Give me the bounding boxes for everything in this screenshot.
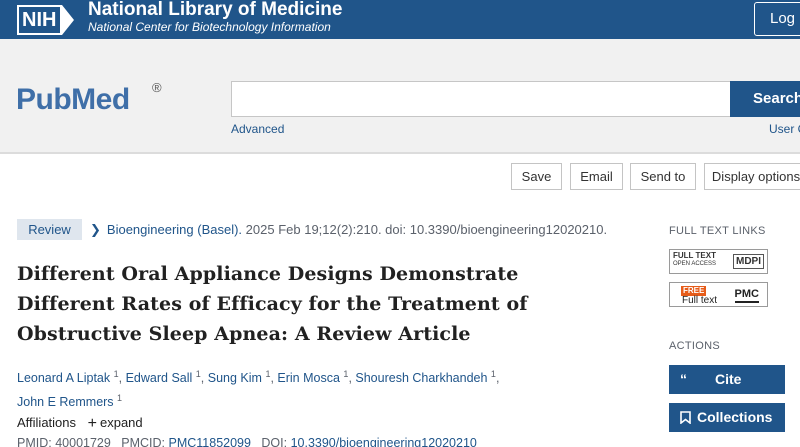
article-title: Different Oral Appliance Designs Demonst… — [17, 263, 528, 345]
affiliation-ref[interactable]: 1 — [117, 393, 122, 403]
ncbi-subtitle: National Center for Biotechnology Inform… — [88, 20, 331, 34]
header-divider — [0, 153, 800, 154]
affiliation-ref[interactable]: 1 — [491, 369, 496, 379]
search-button[interactable]: Search — [730, 81, 800, 117]
login-button[interactable]: Log i — [754, 2, 800, 36]
pmid-label: PMID: — [17, 436, 52, 447]
display-options-button[interactable]: Display options — [704, 163, 800, 190]
article-identifiers: PMID: 40001729 PMCID: PMC11852099 DOI: 1… — [17, 436, 477, 447]
journal-link[interactable]: Bioengineering (Basel). — [107, 222, 242, 237]
mdpi-line1: FULL TEXT — [673, 251, 716, 260]
affiliation-ref[interactable]: 1 — [265, 369, 270, 379]
pubmed-logo[interactable]: PubMed ® — [16, 80, 162, 124]
advanced-search-link[interactable]: Advanced — [231, 122, 284, 136]
mdpi-full-text-link[interactable]: FULL TEXT OPEN ACCESS MDPI — [669, 249, 768, 274]
expand-label: expand — [99, 415, 143, 430]
nih-logo-arrow-icon — [62, 4, 75, 35]
pmid-value: 40001729 — [55, 436, 111, 447]
author-link[interactable]: Shouresh Charkhandeh — [355, 371, 487, 385]
quote-icon: “ — [680, 371, 687, 387]
plus-icon: + — [87, 415, 97, 432]
full-text-links-heading: FULL TEXT LINKS — [669, 225, 766, 237]
cite-button[interactable]: “ Cite — [669, 365, 785, 394]
doi-link[interactable]: 10.3390/bioengineering12020210 — [291, 436, 477, 447]
nlm-title[interactable]: National Library of Medicine — [88, 0, 342, 20]
mdpi-logo: MDPI — [733, 254, 764, 269]
bookmark-icon — [680, 403, 691, 432]
authors-list: Leonard A Liptak 1, Edward Sall 1, Sung … — [17, 369, 500, 410]
publication-type-badge: Review — [17, 219, 82, 240]
affiliation-ref[interactable]: 1 — [196, 369, 201, 379]
registered-mark: ® — [152, 80, 162, 95]
doi-label: DOI: — [261, 436, 288, 447]
nih-logo-text: NIH — [17, 4, 63, 35]
pmc-full-text-label: Full text — [682, 295, 718, 306]
save-button[interactable]: Save — [511, 163, 562, 190]
affiliations-label: Affiliations — [17, 415, 77, 430]
collections-button[interactable]: Collections — [669, 403, 785, 432]
author-link[interactable]: Sung Kim — [208, 371, 262, 385]
mdpi-line2: OPEN ACCESS — [673, 261, 717, 267]
affiliations-toggle[interactable]: Affiliations + expand — [17, 414, 143, 432]
pmc-logo: PMC — [734, 288, 759, 303]
collections-label: Collections — [697, 409, 773, 425]
citation-details: 2025 Feb 19;12(2):210. doi: 10.3390/bioe… — [245, 222, 608, 237]
cite-label: Cite — [715, 371, 742, 387]
mdpi-open-access-text: FULL TEXT OPEN ACCESS — [673, 252, 716, 268]
actions-heading: ACTIONS — [669, 340, 720, 352]
author-link[interactable]: Leonard A Liptak — [17, 371, 110, 385]
author-link[interactable]: Erin Mosca — [277, 371, 340, 385]
nih-logo[interactable]: NIH — [17, 3, 75, 36]
nih-banner: NIH National Library of Medicine Nationa… — [0, 0, 800, 39]
author-link[interactable]: John E Remmers — [17, 395, 114, 409]
affiliation-ref[interactable]: 1 — [343, 369, 348, 379]
email-button[interactable]: Email — [570, 163, 623, 190]
pmcid-label: PMCID: — [121, 436, 166, 447]
user-guide-link[interactable]: User G — [769, 122, 800, 136]
pubmed-logo-text: PubMed — [16, 83, 130, 116]
citation-line: ❯ Bioengineering (Basel). 2025 Feb 19;12(… — [90, 222, 607, 238]
pmcid-link[interactable]: PMC11852099 — [169, 436, 251, 447]
search-input[interactable] — [231, 81, 731, 117]
chevron-right-icon: ❯ — [90, 222, 101, 237]
send-to-button[interactable]: Send to — [630, 163, 696, 190]
pmc-full-text-link[interactable]: FREE Full text PMC — [669, 282, 768, 307]
affiliation-ref[interactable]: 1 — [114, 369, 119, 379]
author-link[interactable]: Edward Sall — [126, 371, 193, 385]
